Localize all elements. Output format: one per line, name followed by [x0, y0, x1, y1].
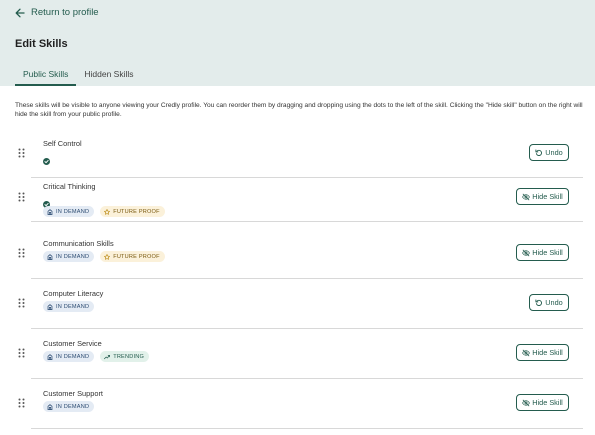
trending-up-icon	[104, 354, 113, 360]
skill-row[interactable]: Self Control Undo	[15, 128, 585, 178]
arrow-left-icon	[15, 8, 25, 17]
building-icon	[47, 253, 56, 260]
drag-handle-icon[interactable]	[18, 192, 25, 202]
eye-off-icon	[522, 249, 532, 257]
drag-handle-icon[interactable]	[18, 348, 25, 358]
skill-row[interactable]: Critical Thinking IN DEMAND FUTURE PROOF Hi…	[15, 172, 585, 222]
action-label: Hide Skill	[532, 348, 563, 357]
verified-check-icon	[43, 152, 50, 165]
badge-label: TRENDING	[113, 353, 145, 360]
tab-bar: Public Skills Hidden Skills	[15, 67, 142, 86]
verified-check-icon	[43, 195, 50, 208]
drag-handle-icon[interactable]	[18, 148, 25, 158]
action-label: Undo	[545, 148, 563, 157]
future-proof-badge: FUTURE PROOF	[100, 251, 165, 262]
trending-badge: TRENDING	[100, 351, 150, 362]
return-to-profile-label: Return to profile	[31, 7, 99, 18]
skill-name: Communication Skills	[43, 239, 114, 248]
star-icon	[104, 253, 113, 260]
action-label: Hide Skill	[532, 248, 563, 257]
in-demand-badge: IN DEMAND	[43, 301, 95, 312]
eye-off-icon	[522, 399, 532, 407]
badge-label: FUTURE PROOF	[113, 208, 160, 215]
row-divider	[31, 221, 583, 222]
in-demand-badge: IN DEMAND	[43, 351, 95, 362]
undo-icon	[535, 148, 545, 157]
in-demand-badge: IN DEMAND	[43, 401, 95, 412]
page-description: These skills will be visible to anyone v…	[15, 102, 583, 119]
badge-label: IN DEMAND	[56, 303, 90, 310]
skill-name: Customer Service	[43, 339, 102, 348]
action-label: Hide Skill	[532, 192, 563, 201]
undo-button[interactable]: Undo	[529, 144, 569, 161]
undo-button[interactable]: Undo	[529, 294, 569, 311]
skill-name: Self Control	[43, 139, 82, 148]
skill-badges: IN DEMAND	[43, 301, 95, 312]
tab-hidden-skills[interactable]: Hidden Skills	[76, 67, 141, 86]
drag-handle-icon[interactable]	[18, 248, 25, 258]
page-header: Return to profile Edit Skills Public Ski…	[0, 0, 595, 86]
skill-badges: IN DEMAND FUTURE PROOF	[43, 206, 165, 217]
skill-name: Customer Support	[43, 389, 103, 398]
drag-handle-icon[interactable]	[18, 298, 25, 308]
eye-off-icon	[522, 349, 532, 357]
building-icon	[47, 303, 56, 310]
skill-badges: IN DEMAND	[43, 401, 95, 412]
hide-skill-button[interactable]: Hide Skill	[516, 244, 569, 261]
eye-off-icon	[522, 193, 532, 201]
action-label: Hide Skill	[532, 398, 563, 407]
badge-label: IN DEMAND	[56, 353, 90, 360]
badge-label: FUTURE PROOF	[113, 253, 160, 260]
hide-skill-button[interactable]: Hide Skill	[516, 344, 569, 361]
skill-row[interactable]: Customer Service IN DEMAND TRENDING Hide Sk…	[15, 329, 585, 379]
drag-handle-icon[interactable]	[18, 398, 25, 408]
hide-skill-button[interactable]: Hide Skill	[516, 188, 569, 205]
skill-name: Computer Literacy	[43, 289, 104, 298]
badge-label: IN DEMAND	[56, 403, 90, 410]
hide-skill-button[interactable]: Hide Skill	[516, 394, 569, 411]
in-demand-badge: IN DEMAND	[43, 251, 95, 262]
row-divider	[31, 428, 583, 429]
return-to-profile-link[interactable]: Return to profile	[15, 7, 99, 18]
star-icon	[104, 208, 113, 215]
skill-row[interactable]: Communication Skills IN DEMAND FUTURE PROO…	[15, 229, 585, 279]
tab-public-skills[interactable]: Public Skills	[15, 67, 77, 86]
in-demand-badge: IN DEMAND	[43, 206, 95, 217]
skill-name: Critical Thinking	[43, 182, 96, 191]
action-label: Undo	[545, 298, 563, 307]
building-icon	[47, 353, 56, 360]
building-icon	[47, 403, 56, 410]
future-proof-badge: FUTURE PROOF	[100, 206, 165, 217]
skill-row[interactable]: Computer Literacy IN DEMAND Undo	[15, 279, 585, 329]
skill-badges: IN DEMAND TRENDING	[43, 351, 150, 362]
skill-row[interactable]: Customer Support IN DEMAND Hide Skill	[15, 379, 585, 429]
skill-badges: IN DEMAND FUTURE PROOF	[43, 251, 165, 262]
page-title: Edit Skills	[15, 38, 68, 50]
building-icon	[47, 208, 56, 215]
badge-label: IN DEMAND	[56, 253, 90, 260]
undo-icon	[535, 298, 545, 307]
badge-label: IN DEMAND	[56, 208, 90, 215]
